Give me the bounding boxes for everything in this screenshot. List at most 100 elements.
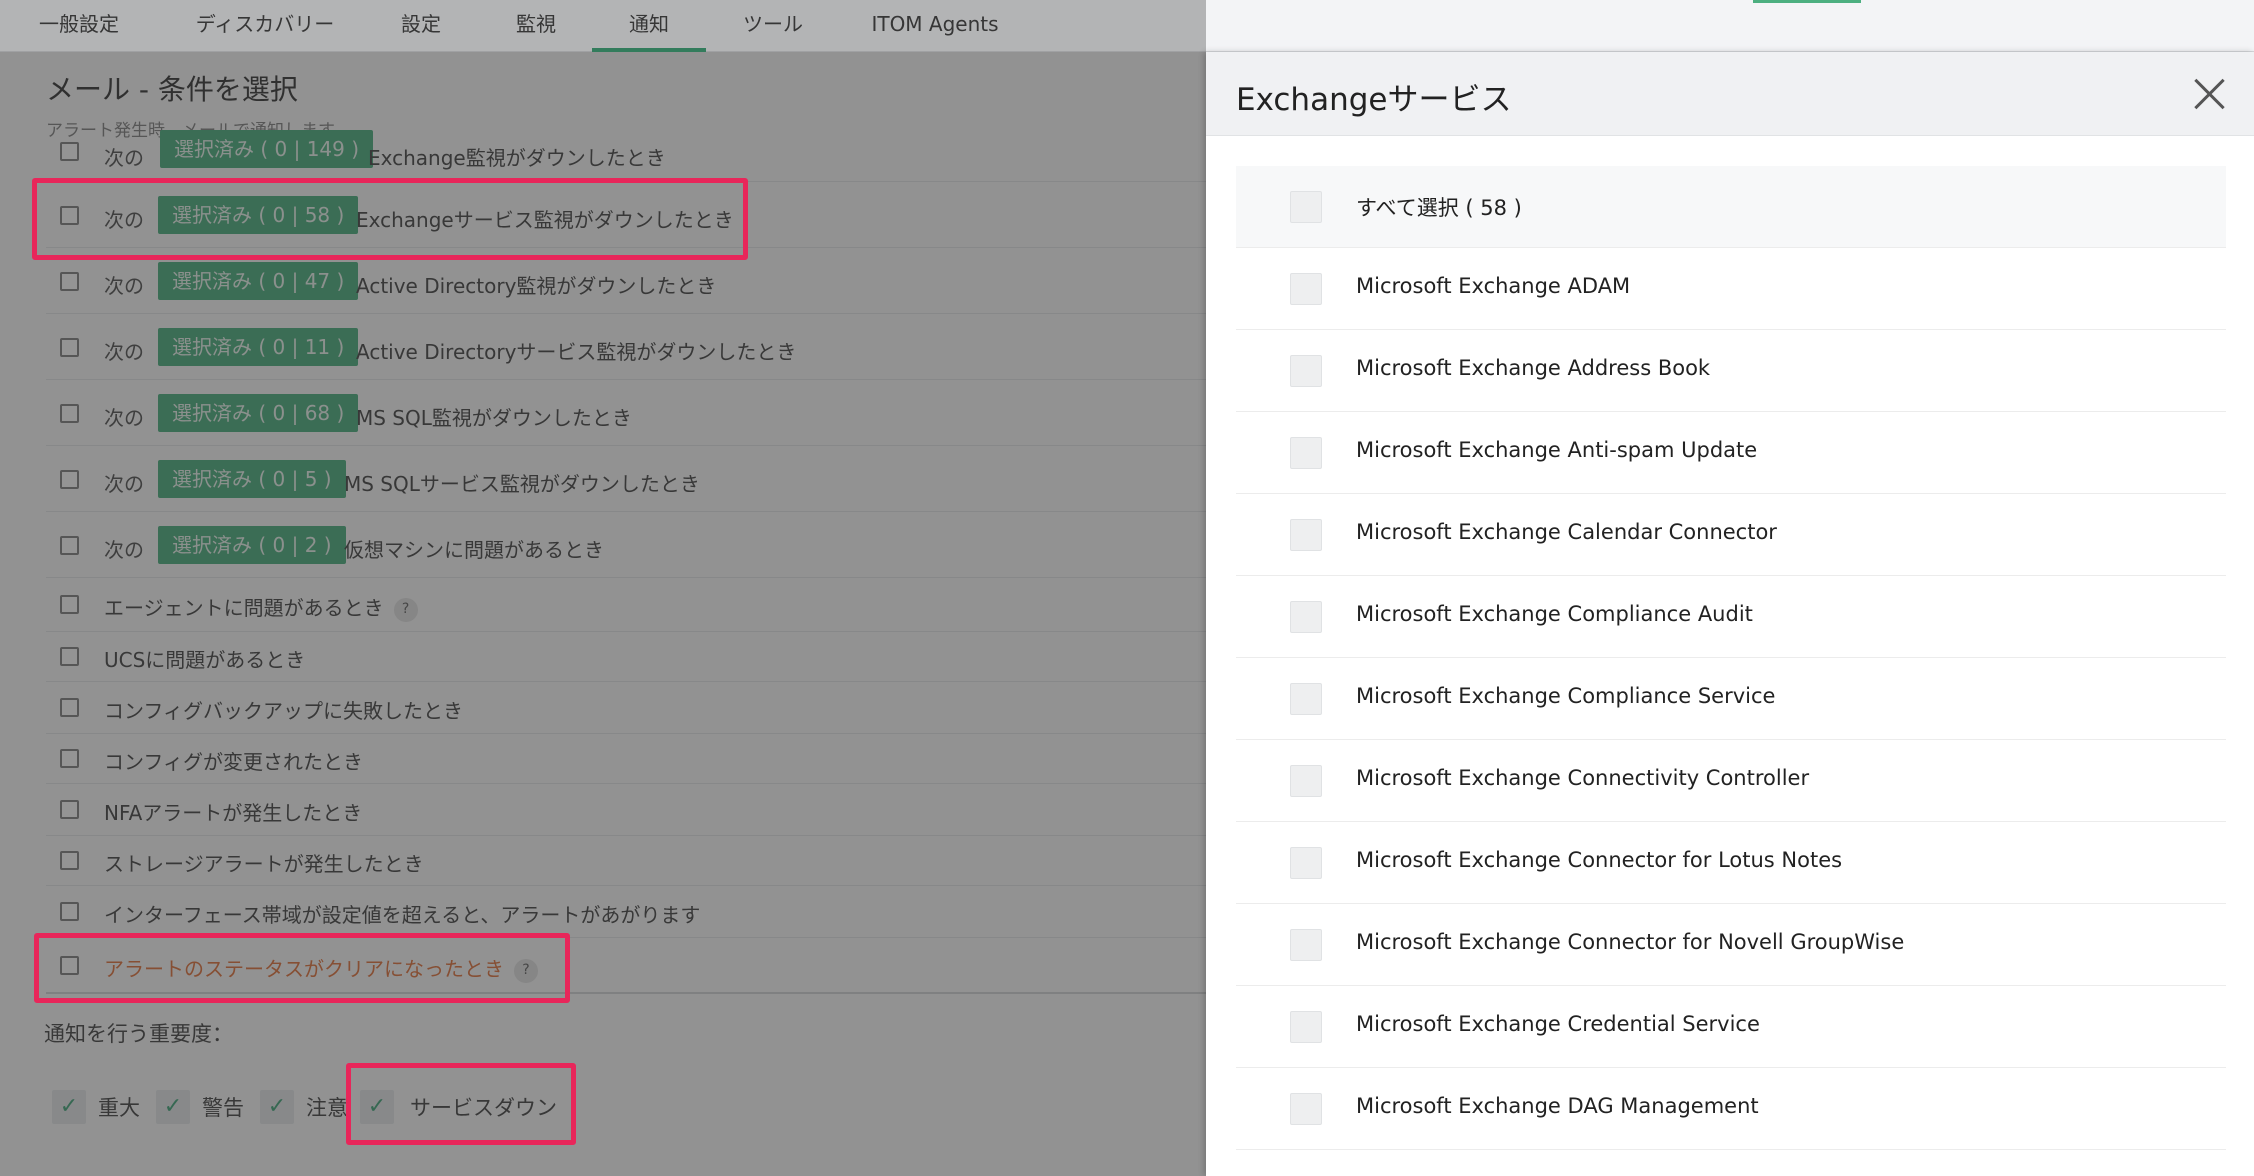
list-item[interactable]: Microsoft Exchange ADAM <box>1236 248 2226 330</box>
service-checkbox[interactable] <box>1290 847 1322 879</box>
help-icon[interactable]: ? <box>514 958 538 983</box>
condition-label: アラートのステータスがクリアになったとき? <box>104 953 538 983</box>
tab-notifications[interactable]: 通知 <box>592 0 706 52</box>
condition-checkbox[interactable] <box>60 206 79 225</box>
panel-header: Exchangeサービス <box>1206 52 2254 136</box>
check-icon[interactable]: ✓ <box>360 1090 394 1124</box>
selected-count-badge[interactable]: 選択済み ( 0 | 47 ) <box>158 262 359 300</box>
tab-discovery[interactable]: ディスカバリー <box>176 0 354 52</box>
list-item[interactable]: Microsoft Exchange Anti-spam Update <box>1236 412 2226 494</box>
select-all-label: すべて選択 ( 58 ) <box>1356 196 1522 220</box>
select-all-checkbox[interactable] <box>1290 191 1322 223</box>
condition-row-exchange-service: 次の 選択済み ( 0 | 58 ) Exchangeサービス監視がダウンしたと… <box>46 182 1206 248</box>
top-accent-bar <box>1753 0 1861 3</box>
condition-row-agent: エージェントに問題があるとき? <box>46 578 1206 632</box>
condition-row-config-change: コンフィグが変更されたとき <box>46 734 1206 784</box>
condition-label: コンフィグバックアップに失敗したとき <box>104 699 463 723</box>
condition-row-active-directory: 次の 選択済み ( 0 | 47 ) Active Directory監視がダウ… <box>46 248 1206 314</box>
service-checkbox[interactable] <box>1290 1093 1322 1125</box>
list-item[interactable]: Microsoft Exchange Connector for Novell … <box>1236 904 2226 986</box>
service-checkbox[interactable] <box>1290 1011 1322 1043</box>
severity-label: サービスダウン <box>410 1096 557 1120</box>
list-item[interactable]: Microsoft Exchange Calendar Connector <box>1236 494 2226 576</box>
service-checkbox[interactable] <box>1290 683 1322 715</box>
selected-count-badge[interactable]: 選択済み ( 0 | 2 ) <box>158 526 346 564</box>
service-checkbox[interactable] <box>1290 601 1322 633</box>
exchange-service-panel: Exchangeサービス すべて選択 ( 58 ) Microsoft Exch… <box>1206 52 2254 1176</box>
selected-count-badge[interactable]: 選択済み ( 0 | 149 ) <box>160 130 374 168</box>
condition-label: Active Directory監視がダウンしたとき <box>356 274 717 298</box>
condition-checkbox[interactable] <box>60 698 79 717</box>
service-checkbox[interactable] <box>1290 765 1322 797</box>
tab-settings[interactable]: 設定 <box>386 0 456 52</box>
tab-tools[interactable]: ツール <box>730 0 816 52</box>
service-checkbox[interactable] <box>1290 519 1322 551</box>
condition-checkbox[interactable] <box>60 338 79 357</box>
condition-checkbox[interactable] <box>60 272 79 291</box>
check-icon[interactable]: ✓ <box>156 1090 190 1124</box>
condition-row-storage: ストレージアラートが発生したとき <box>46 836 1206 886</box>
prefix-label: 次の <box>104 274 144 298</box>
condition-label: Active Directoryサービス監視がダウンしたとき <box>356 340 797 364</box>
top-navigation: 一般設定 ディスカバリー 設定 監視 通知 ツール ITOM Agents <box>0 0 2254 52</box>
condition-row-virtual-machine: 次の 選択済み ( 0 | 2 ) 仮想マシンに問題があるとき <box>46 512 1206 578</box>
selected-count-badge[interactable]: 選択済み ( 0 | 11 ) <box>158 328 359 366</box>
condition-checkbox[interactable] <box>60 647 79 666</box>
condition-label: MS SQLサービス監視がダウンしたとき <box>344 472 700 496</box>
list-item[interactable]: Microsoft Exchange Credential Service <box>1236 986 2226 1068</box>
condition-label: UCSに問題があるとき <box>104 648 306 672</box>
service-checkbox[interactable] <box>1290 273 1322 305</box>
check-icon[interactable]: ✓ <box>52 1090 86 1124</box>
condition-row-nfa: NFAアラートが発生したとき <box>46 784 1206 836</box>
condition-label: ストレージアラートが発生したとき <box>104 852 424 876</box>
service-checkbox[interactable] <box>1290 929 1322 961</box>
condition-checkbox[interactable] <box>60 902 79 921</box>
list-item[interactable]: Microsoft Exchange DAG Management <box>1236 1068 2226 1150</box>
list-item[interactable]: Microsoft Exchange Compliance Audit <box>1236 576 2226 658</box>
list-item[interactable]: Microsoft Exchange Address Book <box>1236 330 2226 412</box>
condition-label: エージェントに問題があるとき? <box>104 592 418 622</box>
condition-row-config-backup: コンフィグバックアップに失敗したとき <box>46 682 1206 734</box>
service-name: Microsoft Exchange Connector for Novell … <box>1356 930 1905 954</box>
close-icon[interactable] <box>2190 74 2230 114</box>
condition-row-mssql: 次の 選択済み ( 0 | 68 ) MS SQL監視がダウンしたとき <box>46 380 1206 446</box>
tab-general-settings[interactable]: 一般設定 <box>24 0 134 52</box>
condition-checkbox[interactable] <box>60 851 79 870</box>
prefix-label: 次の <box>104 538 144 562</box>
severity-label: 注意 <box>306 1096 348 1120</box>
list-item[interactable]: Microsoft Exchange Compliance Service <box>1236 658 2226 740</box>
prefix-label: 次の <box>104 340 144 364</box>
service-checkbox[interactable] <box>1290 355 1322 387</box>
check-icon[interactable]: ✓ <box>260 1090 294 1124</box>
list-item[interactable]: Microsoft Exchange Connector for Lotus N… <box>1236 822 2226 904</box>
condition-checkbox[interactable] <box>60 749 79 768</box>
service-name: Microsoft Exchange Calendar Connector <box>1356 520 1777 544</box>
condition-checkbox[interactable] <box>60 800 79 819</box>
condition-checkbox[interactable] <box>60 536 79 555</box>
condition-row-mssql-service: 次の 選択済み ( 0 | 5 ) MS SQLサービス監視がダウンしたとき <box>46 446 1206 512</box>
page-title: メール - 条件を選択 <box>46 73 298 106</box>
condition-label-text: アラートのステータスがクリアになったとき <box>104 957 504 981</box>
help-icon[interactable]: ? <box>393 597 418 622</box>
condition-label: MS SQL監視がダウンしたとき <box>356 406 632 430</box>
condition-checkbox[interactable] <box>60 404 79 423</box>
selected-count-badge[interactable]: 選択済み ( 0 | 58 ) <box>158 196 359 234</box>
condition-checkbox[interactable] <box>60 956 79 975</box>
tab-monitoring[interactable]: 監視 <box>500 0 572 52</box>
condition-label-text: エージェントに問題があるとき <box>104 596 384 620</box>
prefix-label: 次の <box>104 146 144 170</box>
condition-label: コンフィグが変更されたとき <box>104 750 363 774</box>
select-all-item[interactable]: すべて選択 ( 58 ) <box>1236 166 2226 248</box>
selected-count-badge[interactable]: 選択済み ( 0 | 68 ) <box>158 394 359 432</box>
condition-checkbox[interactable] <box>60 595 79 614</box>
condition-checkbox[interactable] <box>60 142 79 161</box>
tab-itom-agents[interactable]: ITOM Agents <box>866 0 1004 52</box>
service-checkbox[interactable] <box>1290 437 1322 469</box>
service-name: Microsoft Exchange DAG Management <box>1356 1094 1759 1118</box>
service-name: Microsoft Exchange Credential Service <box>1356 1012 1760 1036</box>
service-name: Microsoft Exchange Address Book <box>1356 356 1711 380</box>
condition-checkbox[interactable] <box>60 470 79 489</box>
selected-count-badge[interactable]: 選択済み ( 0 | 5 ) <box>158 460 346 498</box>
list-item[interactable]: Microsoft Exchange Connectivity Controll… <box>1236 740 2226 822</box>
service-name: Microsoft Exchange Compliance Audit <box>1356 602 1753 626</box>
